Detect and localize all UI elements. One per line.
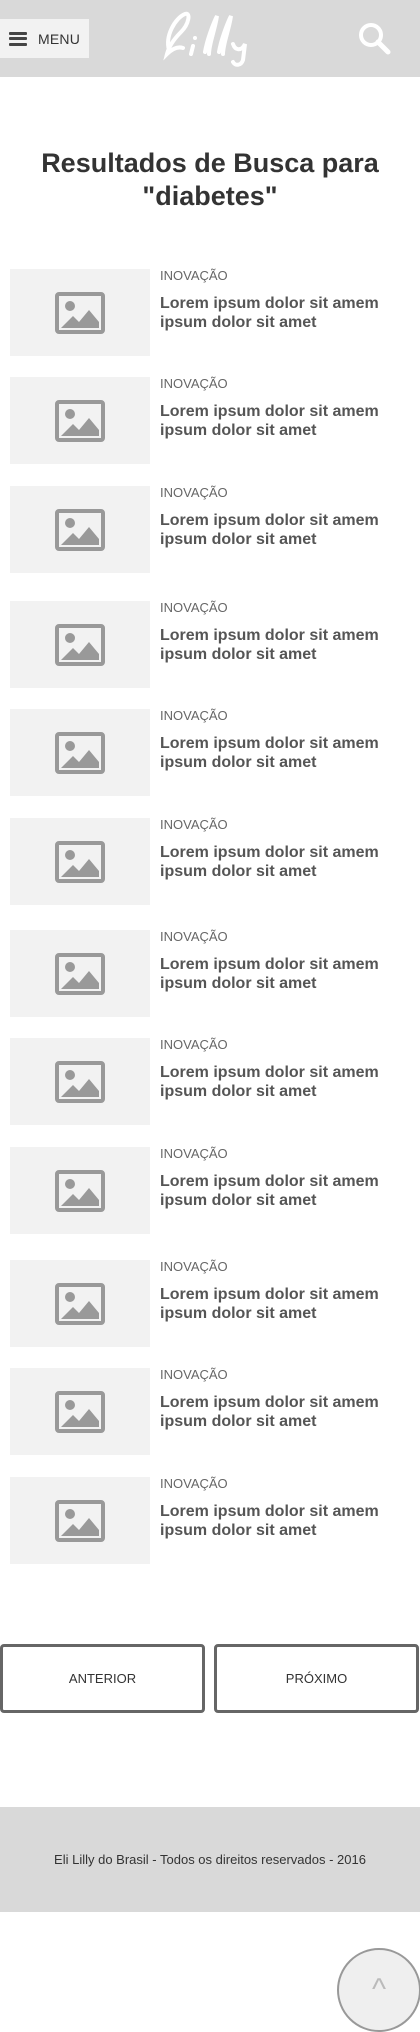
result-category: INOVAÇÃO bbox=[160, 1037, 228, 1052]
result-title[interactable]: Lorem ipsum dolor sit amem ipsum dolor s… bbox=[160, 734, 415, 772]
result-title[interactable]: Lorem ipsum dolor sit amem ipsum dolor s… bbox=[160, 1285, 415, 1323]
lilly-logo[interactable] bbox=[155, 6, 265, 68]
result-category: INOVAÇÃO bbox=[160, 376, 228, 391]
result-item[interactable]: INOVAÇÃO Lorem ipsum dolor sit amem ipsu… bbox=[0, 595, 420, 691]
result-thumbnail bbox=[10, 377, 150, 464]
search-icon[interactable] bbox=[356, 20, 392, 56]
result-category: INOVAÇÃO bbox=[160, 1476, 228, 1491]
image-placeholder-icon bbox=[55, 1169, 105, 1212]
result-item[interactable]: INOVAÇÃO Lorem ipsum dolor sit amem ipsu… bbox=[0, 812, 420, 908]
image-placeholder-icon bbox=[55, 291, 105, 334]
result-category: INOVAÇÃO bbox=[160, 817, 228, 832]
result-category: INOVAÇÃO bbox=[160, 1259, 228, 1274]
image-placeholder-icon bbox=[55, 840, 105, 883]
result-title[interactable]: Lorem ipsum dolor sit amem ipsum dolor s… bbox=[160, 511, 415, 549]
result-item[interactable]: INOVAÇÃO Lorem ipsum dolor sit amem ipsu… bbox=[0, 263, 420, 359]
result-title[interactable]: Lorem ipsum dolor sit amem ipsum dolor s… bbox=[160, 1172, 415, 1210]
image-placeholder-icon bbox=[55, 508, 105, 551]
image-placeholder-icon bbox=[55, 1282, 105, 1325]
result-item[interactable]: INOVAÇÃO Lorem ipsum dolor sit amem ipsu… bbox=[0, 924, 420, 1020]
image-placeholder-icon bbox=[55, 952, 105, 995]
previous-page-button[interactable]: ANTERIOR bbox=[0, 1644, 205, 1713]
result-title[interactable]: Lorem ipsum dolor sit amem ipsum dolor s… bbox=[160, 843, 415, 881]
result-category: INOVAÇÃO bbox=[160, 1146, 228, 1161]
result-thumbnail bbox=[10, 486, 150, 573]
result-thumbnail bbox=[10, 1368, 150, 1455]
result-item[interactable]: INOVAÇÃO Lorem ipsum dolor sit amem ipsu… bbox=[0, 1471, 420, 1567]
page-title: Resultados de Busca para "diabetes" bbox=[41, 148, 379, 211]
image-placeholder-icon bbox=[55, 731, 105, 774]
result-category: INOVAÇÃO bbox=[160, 268, 228, 283]
image-placeholder-icon bbox=[55, 399, 105, 442]
result-title[interactable]: Lorem ipsum dolor sit amem ipsum dolor s… bbox=[160, 1393, 415, 1431]
site-footer: Eli Lilly do Brasil - Todos os direitos … bbox=[0, 1807, 420, 1912]
result-item[interactable]: INOVAÇÃO Lorem ipsum dolor sit amem ipsu… bbox=[0, 1141, 420, 1237]
caret-up-icon: ^ bbox=[371, 1973, 387, 2006]
footer-copyright: Eli Lilly do Brasil - Todos os direitos … bbox=[54, 1852, 366, 1867]
result-category: INOVAÇÃO bbox=[160, 485, 228, 500]
result-category: INOVAÇÃO bbox=[160, 929, 228, 944]
result-title[interactable]: Lorem ipsum dolor sit amem ipsum dolor s… bbox=[160, 402, 415, 440]
menu-button[interactable]: MENU bbox=[0, 19, 89, 58]
image-placeholder-icon bbox=[55, 1499, 105, 1542]
image-placeholder-icon bbox=[55, 1390, 105, 1433]
result-thumbnail bbox=[10, 818, 150, 905]
result-thumbnail bbox=[10, 1147, 150, 1234]
result-thumbnail bbox=[10, 1260, 150, 1347]
result-category: INOVAÇÃO bbox=[160, 1367, 228, 1382]
site-header: MENU bbox=[0, 0, 420, 77]
result-thumbnail bbox=[10, 1477, 150, 1564]
hamburger-icon bbox=[9, 31, 27, 46]
result-thumbnail bbox=[10, 709, 150, 796]
result-title[interactable]: Lorem ipsum dolor sit amem ipsum dolor s… bbox=[160, 626, 415, 664]
back-to-top-button[interactable]: ^ bbox=[337, 1948, 420, 2032]
result-title[interactable]: Lorem ipsum dolor sit amem ipsum dolor s… bbox=[160, 294, 415, 332]
next-page-button[interactable]: PRÓXIMO bbox=[214, 1644, 419, 1713]
result-item[interactable]: INOVAÇÃO Lorem ipsum dolor sit amem ipsu… bbox=[0, 480, 420, 576]
result-item[interactable]: INOVAÇÃO Lorem ipsum dolor sit amem ipsu… bbox=[0, 703, 420, 799]
result-item[interactable]: INOVAÇÃO Lorem ipsum dolor sit amem ipsu… bbox=[0, 1362, 420, 1458]
result-title[interactable]: Lorem ipsum dolor sit amem ipsum dolor s… bbox=[160, 1502, 415, 1540]
result-item[interactable]: INOVAÇÃO Lorem ipsum dolor sit amem ipsu… bbox=[0, 1254, 420, 1350]
image-placeholder-icon bbox=[55, 623, 105, 666]
result-category: INOVAÇÃO bbox=[160, 600, 228, 615]
result-category: INOVAÇÃO bbox=[160, 708, 228, 723]
result-thumbnail bbox=[10, 269, 150, 356]
result-title[interactable]: Lorem ipsum dolor sit amem ipsum dolor s… bbox=[160, 1063, 415, 1101]
result-thumbnail bbox=[10, 601, 150, 688]
result-item[interactable]: INOVAÇÃO Lorem ipsum dolor sit amem ipsu… bbox=[0, 1032, 420, 1128]
result-thumbnail bbox=[10, 1038, 150, 1125]
result-item[interactable]: INOVAÇÃO Lorem ipsum dolor sit amem ipsu… bbox=[0, 371, 420, 467]
image-placeholder-icon bbox=[55, 1060, 105, 1103]
menu-label: MENU bbox=[38, 30, 81, 47]
result-title[interactable]: Lorem ipsum dolor sit amem ipsum dolor s… bbox=[160, 955, 415, 993]
result-thumbnail bbox=[10, 930, 150, 1017]
